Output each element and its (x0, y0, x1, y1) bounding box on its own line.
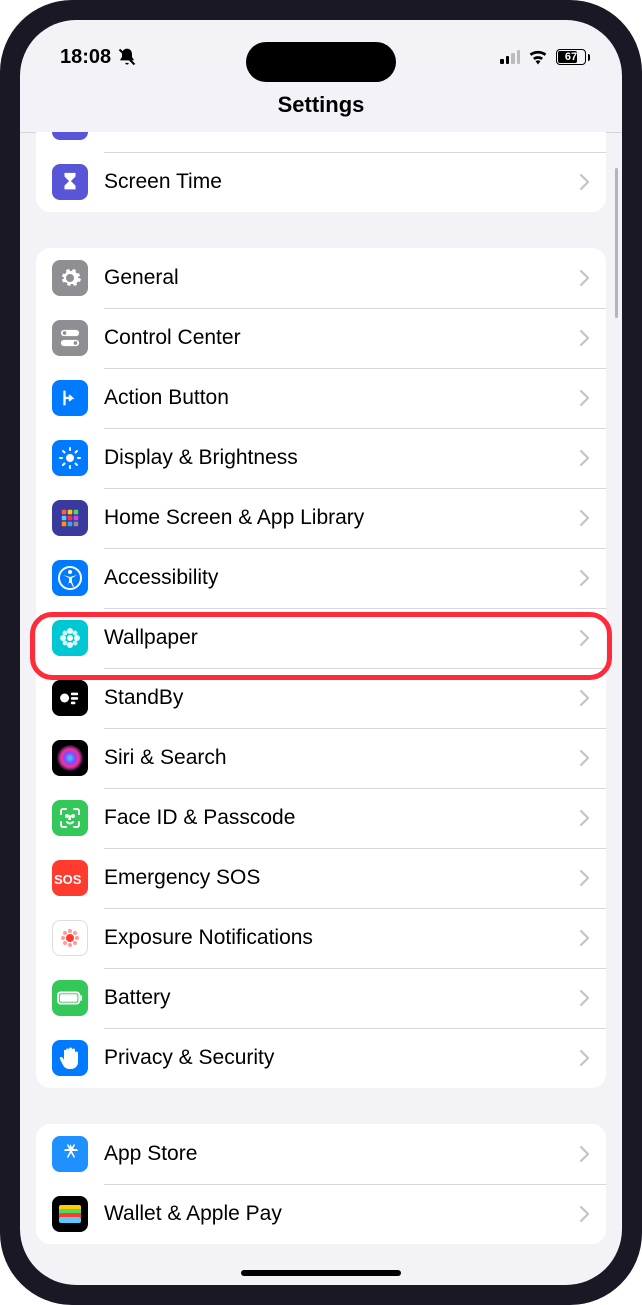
settings-row-control-center[interactable]: Control Center (36, 308, 606, 368)
settings-row-exposure[interactable]: Exposure Notifications (36, 908, 606, 968)
settings-row-screen-time[interactable]: Screen Time (36, 152, 606, 212)
battery-indicator: 67 (556, 49, 590, 65)
chevron-right-icon (580, 270, 590, 286)
chevron-right-icon (580, 1146, 590, 1162)
svg-text:SOS: SOS (54, 872, 82, 887)
chevron-right-icon (580, 174, 590, 190)
settings-row-privacy[interactable]: Privacy & Security (36, 1028, 606, 1088)
row-label: Face ID & Passcode (104, 806, 580, 830)
row-label: Accessibility (104, 566, 580, 590)
chevron-right-icon (580, 990, 590, 1006)
settings-row-wallet[interactable]: Wallet & Apple Pay (36, 1184, 606, 1244)
faceid-icon (52, 800, 88, 836)
accessibility-icon (52, 560, 88, 596)
settings-row-battery[interactable]: Battery (36, 968, 606, 1028)
page-title: Settings (20, 76, 622, 133)
settings-row-accessibility[interactable]: Accessibility (36, 548, 606, 608)
chevron-right-icon (580, 690, 590, 706)
settings-list[interactable]: Focus Screen Time General Control Center A… (20, 132, 622, 1269)
chevron-right-icon (580, 810, 590, 826)
action-icon (52, 380, 88, 416)
brightness-icon (52, 440, 88, 476)
row-label: Siri & Search (104, 746, 580, 770)
focus-icon (52, 132, 88, 140)
row-label: Focus (104, 132, 580, 134)
hourglass-icon (52, 164, 88, 200)
chevron-right-icon (580, 510, 590, 526)
battery-icon (52, 980, 88, 1016)
wifi-icon (528, 49, 548, 65)
settings-row-app-store[interactable]: App Store (36, 1124, 606, 1184)
settings-row-face-id[interactable]: Face ID & Passcode (36, 788, 606, 848)
row-label: StandBy (104, 686, 580, 710)
row-label: General (104, 266, 580, 290)
cellular-signal-icon (500, 50, 520, 64)
toggles-icon (52, 320, 88, 356)
settings-group: App Store Wallet & Apple Pay (36, 1124, 606, 1244)
settings-group: Focus Screen Time (36, 132, 606, 212)
side-button-volume-up (0, 285, 1, 365)
hand-icon (52, 1040, 88, 1076)
settings-row-standby[interactable]: StandBy (36, 668, 606, 728)
home-indicator[interactable] (241, 1270, 401, 1276)
row-label: Wallet & Apple Pay (104, 1202, 580, 1226)
settings-row-action-button[interactable]: Action Button (36, 368, 606, 428)
row-label: Privacy & Security (104, 1046, 580, 1070)
row-label: Home Screen & App Library (104, 506, 580, 530)
settings-row-emergency-sos[interactable]: SOS Emergency SOS (36, 848, 606, 908)
siri-icon (52, 740, 88, 776)
chevron-right-icon (580, 330, 590, 346)
silent-bell-icon (117, 47, 137, 67)
chevron-right-icon (580, 1206, 590, 1222)
row-label: Control Center (104, 326, 580, 350)
settings-row-focus[interactable]: Focus (36, 132, 606, 152)
row-label: App Store (104, 1142, 580, 1166)
row-label: Display & Brightness (104, 446, 580, 470)
exposure-icon (52, 920, 88, 956)
settings-row-siri-search[interactable]: Siri & Search (36, 728, 606, 788)
sos-icon: SOS (52, 860, 88, 896)
chevron-right-icon (580, 570, 590, 586)
screen: 18:08 67 (20, 20, 622, 1285)
appstore-icon (52, 1136, 88, 1172)
settings-row-home-screen[interactable]: Home Screen & App Library (36, 488, 606, 548)
battery-percent: 67 (565, 51, 577, 63)
dynamic-island (246, 42, 396, 82)
row-label: Wallpaper (104, 626, 580, 650)
side-button-volume-down (0, 385, 1, 465)
settings-row-general[interactable]: General (36, 248, 606, 308)
settings-group: General Control Center Action Button Displa… (36, 248, 606, 1088)
phone-frame: 18:08 67 (0, 0, 642, 1305)
settings-row-display[interactable]: Display & Brightness (36, 428, 606, 488)
chevron-right-icon (580, 1050, 590, 1066)
chevron-right-icon (580, 870, 590, 886)
row-label: Battery (104, 986, 580, 1010)
standby-icon (52, 680, 88, 716)
row-label: Exposure Notifications (104, 926, 580, 950)
chevron-right-icon (580, 750, 590, 766)
row-label: Emergency SOS (104, 866, 580, 890)
status-time: 18:08 (60, 46, 111, 69)
wallet-icon (52, 1196, 88, 1232)
chevron-right-icon (580, 930, 590, 946)
chevron-right-icon (580, 390, 590, 406)
scrollbar[interactable] (615, 168, 618, 318)
settings-row-wallpaper[interactable]: Wallpaper (36, 608, 606, 668)
chevron-right-icon (580, 630, 590, 646)
row-label: Screen Time (104, 170, 580, 194)
chevron-right-icon (580, 450, 590, 466)
grid-icon (52, 500, 88, 536)
gear-icon (52, 260, 88, 296)
flower-icon (52, 620, 88, 656)
side-button-silent (0, 205, 1, 245)
row-label: Action Button (104, 386, 580, 410)
